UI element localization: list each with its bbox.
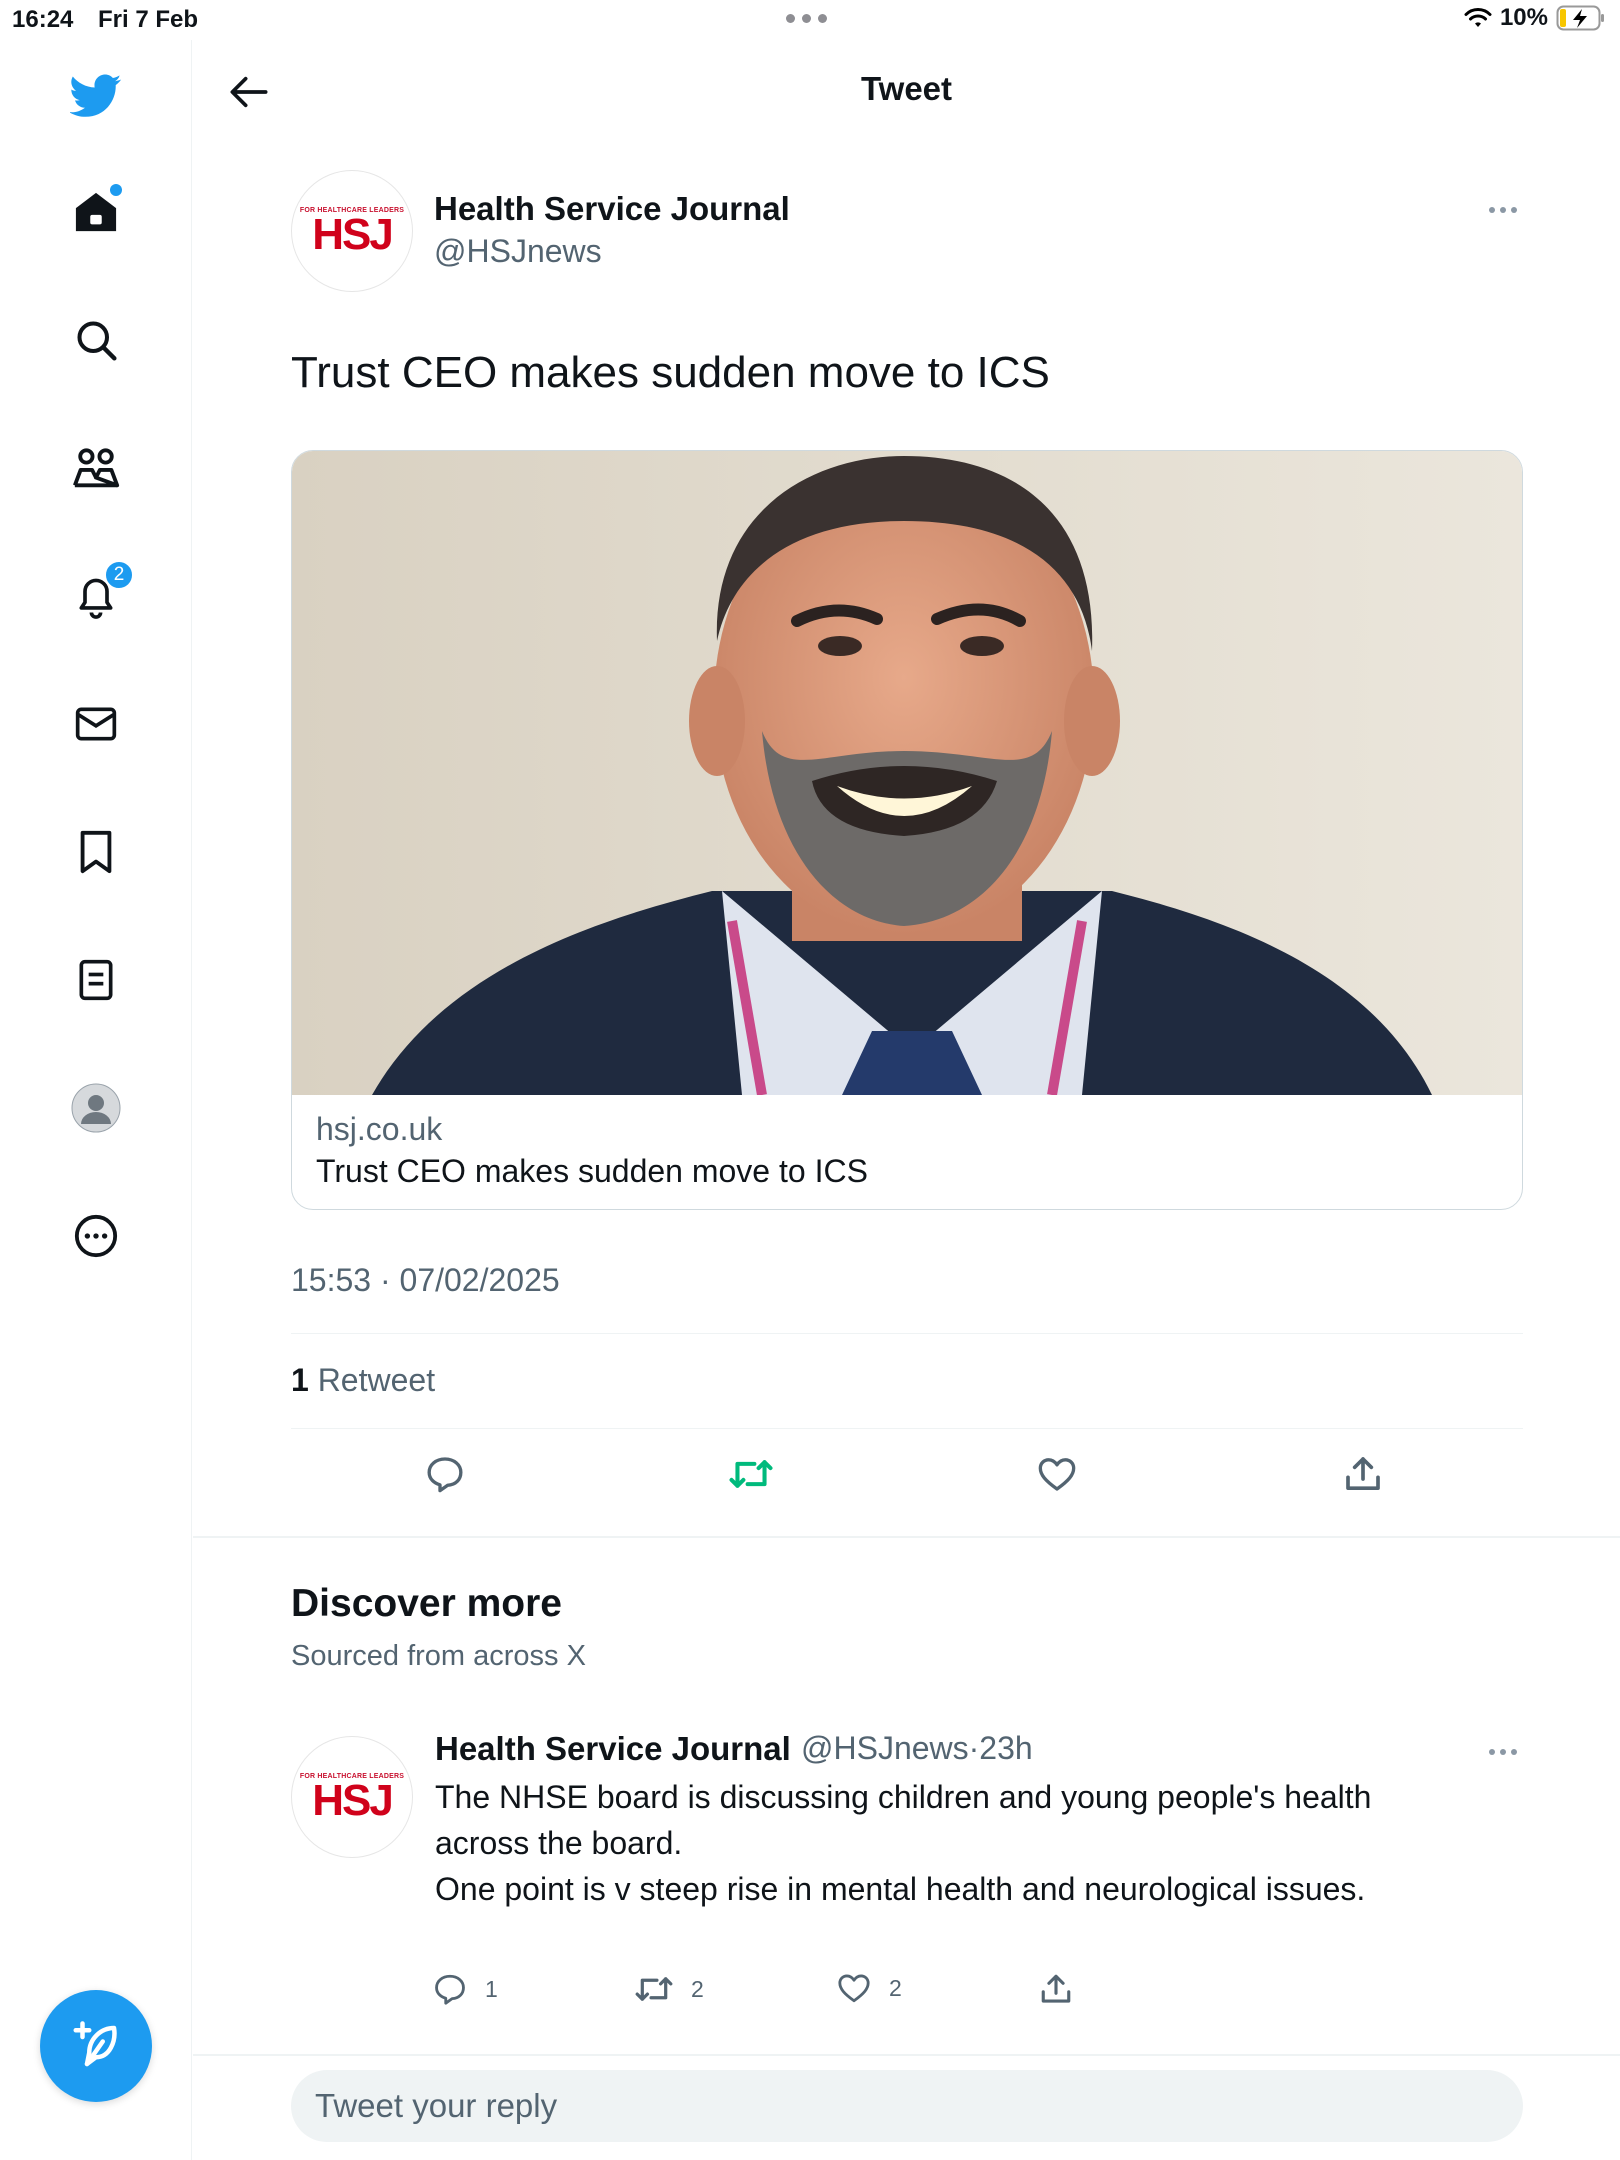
retweet-icon (635, 1977, 673, 2001)
status-time: 16:24 (12, 6, 74, 33)
reply-input[interactable] (291, 2070, 1523, 2142)
related-tweet-avatar[interactable]: FOR HEALTHCARE LEADERS HSJ (291, 1736, 413, 1858)
multitasking-dots-icon[interactable] (786, 14, 827, 23)
lists-icon[interactable] (66, 950, 126, 1010)
related-tweet-text[interactable]: The NHSE board is discussing children an… (435, 1774, 1455, 1912)
profile-avatar-icon[interactable] (66, 1078, 126, 1138)
discover-title: Discover more (291, 1582, 562, 1625)
home-notification-dot (110, 184, 122, 196)
section-divider (193, 1536, 1620, 1538)
reply-bar-divider (193, 2054, 1620, 2056)
related-more-options-icon[interactable] (1483, 1742, 1523, 1762)
related-reply-button[interactable]: 1 (433, 1972, 498, 2006)
bookmark-icon[interactable] (66, 822, 126, 882)
battery-charging-icon (1556, 5, 1604, 31)
sidebar: 2 (0, 40, 192, 2160)
retweet-count[interactable]: 1 Retweet (291, 1362, 435, 1399)
retweet-count-label: Retweet (317, 1362, 436, 1398)
portrait-photo (372, 456, 1432, 1095)
status-date: Fri 7 Feb (98, 6, 199, 33)
home-icon[interactable] (66, 182, 126, 242)
bell-icon[interactable]: 2 (66, 560, 134, 626)
related-tweet-line: One point is v steep rise in mental heal… (435, 1871, 1366, 1907)
share-icon (1041, 1974, 1071, 2003)
reply-icon (435, 1974, 465, 2005)
related-like-count: 2 (889, 1974, 902, 2001)
retweet-count-number: 1 (291, 1362, 309, 1398)
more-options-icon[interactable] (1483, 200, 1523, 220)
divider (291, 1428, 1523, 1429)
link-card[interactable]: hsj.co.uk Trust CEO makes sudden move to… (291, 450, 1523, 1210)
related-tweet-handle-text: @HSJnews (801, 1730, 969, 1766)
mail-icon[interactable] (66, 694, 126, 754)
related-retweet-count: 2 (691, 1975, 704, 2002)
card-image (292, 451, 1522, 1095)
battery-percent: 10% (1499, 4, 1548, 31)
status-bar: 16:24 Fri 7 Feb 10% (0, 0, 1620, 40)
heart-icon (1038, 1458, 1076, 1491)
heart-icon (838, 1974, 870, 2003)
author-name[interactable]: Health Service Journal (434, 190, 790, 228)
related-like-button[interactable]: 2 (837, 1972, 902, 2004)
related-share-button[interactable] (1039, 1972, 1073, 2006)
notifications-badge: 2 (104, 560, 134, 590)
compose-tweet-button[interactable] (40, 1990, 152, 2102)
main-column: Tweet FOR HEALTHCARE LEADERS HSJ Health … (193, 40, 1620, 2160)
share-icon (1346, 1457, 1380, 1490)
related-tweet-line: The NHSE board is discussing children an… (435, 1779, 1372, 1815)
more-circle-icon[interactable] (66, 1206, 126, 1266)
related-reply-count: 1 (485, 1975, 498, 2002)
related-tweet-author-name[interactable]: Health Service Journal (435, 1730, 791, 1768)
retweet-icon (729, 1460, 773, 1488)
retweet-button[interactable] (721, 1444, 781, 1504)
related-retweet-button[interactable]: 2 (635, 1972, 704, 2006)
twitter-bird-icon[interactable] (66, 66, 126, 126)
tweet-text: Trust CEO makes sudden move to ICS (291, 348, 1050, 397)
related-tweet-handle[interactable]: @HSJnews·23h (801, 1730, 1033, 1767)
related-tweet-time: 23h (979, 1730, 1033, 1766)
search-icon[interactable] (66, 310, 126, 370)
like-button[interactable] (1027, 1444, 1087, 1504)
page-title: Tweet (860, 70, 953, 107)
reply-icon (427, 1457, 463, 1493)
wifi-icon (1464, 8, 1492, 27)
author-handle[interactable]: @HSJnews (434, 233, 602, 270)
feather-plus-icon (73, 2021, 117, 2067)
status-right: 10% (1464, 4, 1606, 32)
hsj-logo: HSJ (312, 1775, 394, 1825)
divider (291, 1333, 1523, 1334)
card-title: Trust CEO makes sudden move to ICS (316, 1153, 868, 1189)
reply-button[interactable] (415, 1444, 475, 1504)
card-domain: hsj.co.uk (316, 1111, 443, 1147)
communities-icon[interactable] (66, 438, 126, 498)
related-tweet-line: across the board. (435, 1825, 683, 1861)
share-button[interactable] (1333, 1444, 1393, 1504)
author-avatar[interactable]: FOR HEALTHCARE LEADERS HSJ (291, 170, 413, 292)
reply-bar[interactable] (291, 2070, 1523, 2142)
separator-dot: · (968, 1730, 980, 1766)
discover-subtitle: Sourced from across X (291, 1640, 586, 1672)
tweet-timestamp[interactable]: 15:53 · 07/02/2025 (291, 1262, 560, 1299)
hsj-logo: HSJ (312, 209, 394, 259)
